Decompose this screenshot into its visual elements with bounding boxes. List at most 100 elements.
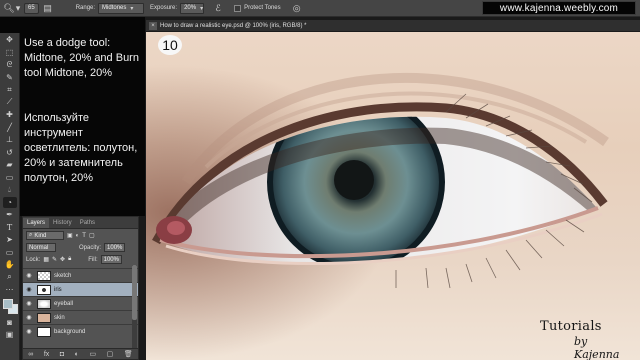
instruction-english: Use a dodge tool: Midtone, 20% and Burn … (24, 37, 139, 79)
blend-mode-select[interactable]: Normal (26, 243, 56, 252)
layer-row-iris[interactable]: ◉ iris (23, 282, 138, 296)
layer-name: background (54, 328, 86, 335)
instruction-russian: Используйте инструмент осветлитель: полу… (24, 112, 138, 184)
pressure-size-icon[interactable]: ◎ (291, 2, 303, 14)
layer-style-icon[interactable]: fx (44, 351, 49, 358)
marquee-tool-icon[interactable]: ⬚ (3, 47, 17, 59)
lock-transparency-icon[interactable]: ▦ (43, 256, 49, 263)
options-bar: 🔍︎ ▾ 65 ▤ Range: Midtones Exposure: 20% … (0, 0, 640, 17)
layers-panel: Layers History Paths ⌕ Kind ▣ ◐ T ▢ Norm… (22, 216, 139, 360)
visibility-eye-icon[interactable]: ◉ (23, 314, 35, 321)
search-icon: ⌕ (29, 232, 33, 238)
new-group-icon[interactable]: ▭ (89, 350, 96, 358)
website-banner: www.kajenna.weebly.com (482, 1, 636, 15)
blend-row: Normal Opacity: 100% (23, 242, 138, 253)
visibility-eye-icon[interactable]: ◉ (23, 272, 35, 279)
layer-name: sketch (54, 272, 72, 279)
filter-adjust-icon[interactable]: ◐ (76, 233, 80, 239)
tools-more-icon[interactable]: ⋯ (3, 284, 17, 296)
delete-layer-icon[interactable]: 🗑︎ (124, 350, 133, 358)
color-swatches[interactable] (2, 298, 18, 314)
dodge-tool-active-icon[interactable]: ◔ (2, 196, 17, 208)
new-layer-icon[interactable]: ▢ (107, 350, 114, 358)
tutorials-brand: Tutorials by Kajenna (538, 315, 634, 360)
lock-pixels-icon[interactable]: ✎ (52, 256, 57, 263)
lasso-tool-icon[interactable]: ᘓ (3, 59, 17, 71)
protect-tones-checkbox[interactable] (234, 4, 242, 12)
link-layers-icon[interactable]: ∞ (28, 351, 33, 358)
tab-history[interactable]: History (49, 218, 76, 228)
brush-panel-icon[interactable]: ▤ (42, 2, 54, 14)
layer-row-eyeball[interactable]: ◉ eyeball (23, 296, 138, 310)
chevron-down-icon[interactable]: ▾ (15, 2, 21, 14)
add-mask-icon[interactable]: ◘ (60, 351, 64, 358)
scrollbar-thumb[interactable] (132, 265, 137, 320)
layer-row-skin[interactable]: ◉ skin (23, 310, 138, 324)
layer-row-background[interactable]: ◉ background (23, 324, 138, 338)
type-tool-icon[interactable]: T (3, 222, 17, 234)
layer-thumbnail (37, 326, 51, 337)
visibility-eye-icon[interactable]: ◉ (23, 286, 35, 293)
stamp-tool-icon[interactable]: ⊥ (3, 134, 17, 146)
move-tool-icon[interactable]: ✥ (3, 34, 17, 46)
layer-name: skin (54, 314, 65, 321)
instruction-panel: Use a dodge tool: Midtone, 20% and Burn … (0, 17, 145, 216)
eye-painting (146, 32, 640, 360)
crop-tool-icon[interactable]: ⌗ (3, 84, 17, 96)
exposure-label: Exposure: (150, 5, 178, 11)
layer-thumbnail (37, 298, 51, 309)
dodge-tool-icon[interactable]: 🔍︎ (3, 2, 15, 14)
zoom-tool-icon[interactable]: ⌕ (3, 272, 17, 284)
brand-line-2: by Kajenna (574, 335, 620, 360)
shape-tool-icon[interactable]: ▭ (3, 247, 17, 259)
protect-tones-toggle[interactable]: Protect Tones (234, 4, 281, 12)
visibility-eye-icon[interactable]: ◉ (23, 300, 35, 307)
quick-select-tool-icon[interactable]: ✎ (3, 72, 17, 84)
brush-tool-icon[interactable]: ╱ (3, 122, 17, 134)
screen-mode-icon[interactable]: ▣ (3, 329, 17, 341)
tab-layers[interactable]: Layers (23, 218, 50, 228)
document-tab[interactable]: × How to draw a realistic eye.psd @ 100%… (146, 20, 640, 32)
opacity-input[interactable]: 100% (104, 243, 126, 252)
layer-row-sketch[interactable]: ◉ sketch (23, 268, 138, 282)
document-canvas[interactable] (146, 32, 640, 360)
lock-all-icon[interactable]: 🔒︎ (68, 256, 71, 263)
filter-shape-icon[interactable]: ▢ (89, 232, 95, 239)
layers-footer: ∞ fx ◘ ◐ ▭ ▢ 🗑︎ (23, 348, 138, 359)
foreground-color-swatch[interactable] (2, 298, 13, 309)
filter-type-icon[interactable]: T (82, 233, 86, 239)
document-title: How to draw a realistic eye.psd @ 100% (… (160, 22, 307, 29)
step-number-badge: 10 (158, 35, 182, 55)
layers-scrollbar[interactable] (132, 265, 137, 350)
lock-position-icon[interactable]: ✥ (60, 256, 65, 263)
close-icon[interactable]: × (149, 21, 157, 30)
tab-paths[interactable]: Paths (76, 218, 99, 228)
airbrush-icon[interactable]: ℰ (212, 2, 224, 14)
pen-tool-icon[interactable]: ✒ (3, 209, 17, 221)
eraser-tool-icon[interactable]: ▰ (3, 159, 17, 171)
filter-pixel-icon[interactable]: ▣ (67, 232, 73, 239)
eyedropper-tool-icon[interactable]: ⟋ (3, 97, 17, 109)
layers-panel-tabs: Layers History Paths (23, 217, 138, 229)
fill-input[interactable]: 100% (100, 255, 122, 264)
filter-row: ⌕ Kind ▣ ◐ T ▢ (23, 230, 138, 241)
brand-line-1: Tutorials (540, 319, 602, 334)
layer-name: eyeball (54, 300, 74, 307)
visibility-eye-icon[interactable]: ◉ (23, 328, 35, 335)
brush-size-picker[interactable]: 65 (24, 2, 39, 14)
exposure-input[interactable]: 20% (180, 2, 205, 14)
fill-label: Fill: (88, 256, 98, 263)
adjustment-layer-icon[interactable]: ◐ (75, 351, 79, 358)
kind-filter-label: Kind (34, 232, 47, 239)
kind-filter-select[interactable]: ⌕ Kind (26, 231, 64, 240)
quick-mask-icon[interactable]: ◙ (3, 317, 17, 329)
protect-tones-label: Protect Tones (244, 5, 281, 11)
history-brush-tool-icon[interactable]: ↺ (3, 147, 17, 159)
blur-tool-icon[interactable]: 💧︎ (3, 184, 17, 196)
gradient-tool-icon[interactable]: ▭ (3, 172, 17, 184)
layer-thumbnail (37, 284, 51, 295)
hand-tool-icon[interactable]: ✋ (3, 259, 17, 271)
healing-tool-icon[interactable]: ✚ (3, 109, 17, 121)
range-select[interactable]: Midtones (98, 2, 145, 14)
path-select-tool-icon[interactable]: ➤ (3, 234, 17, 246)
